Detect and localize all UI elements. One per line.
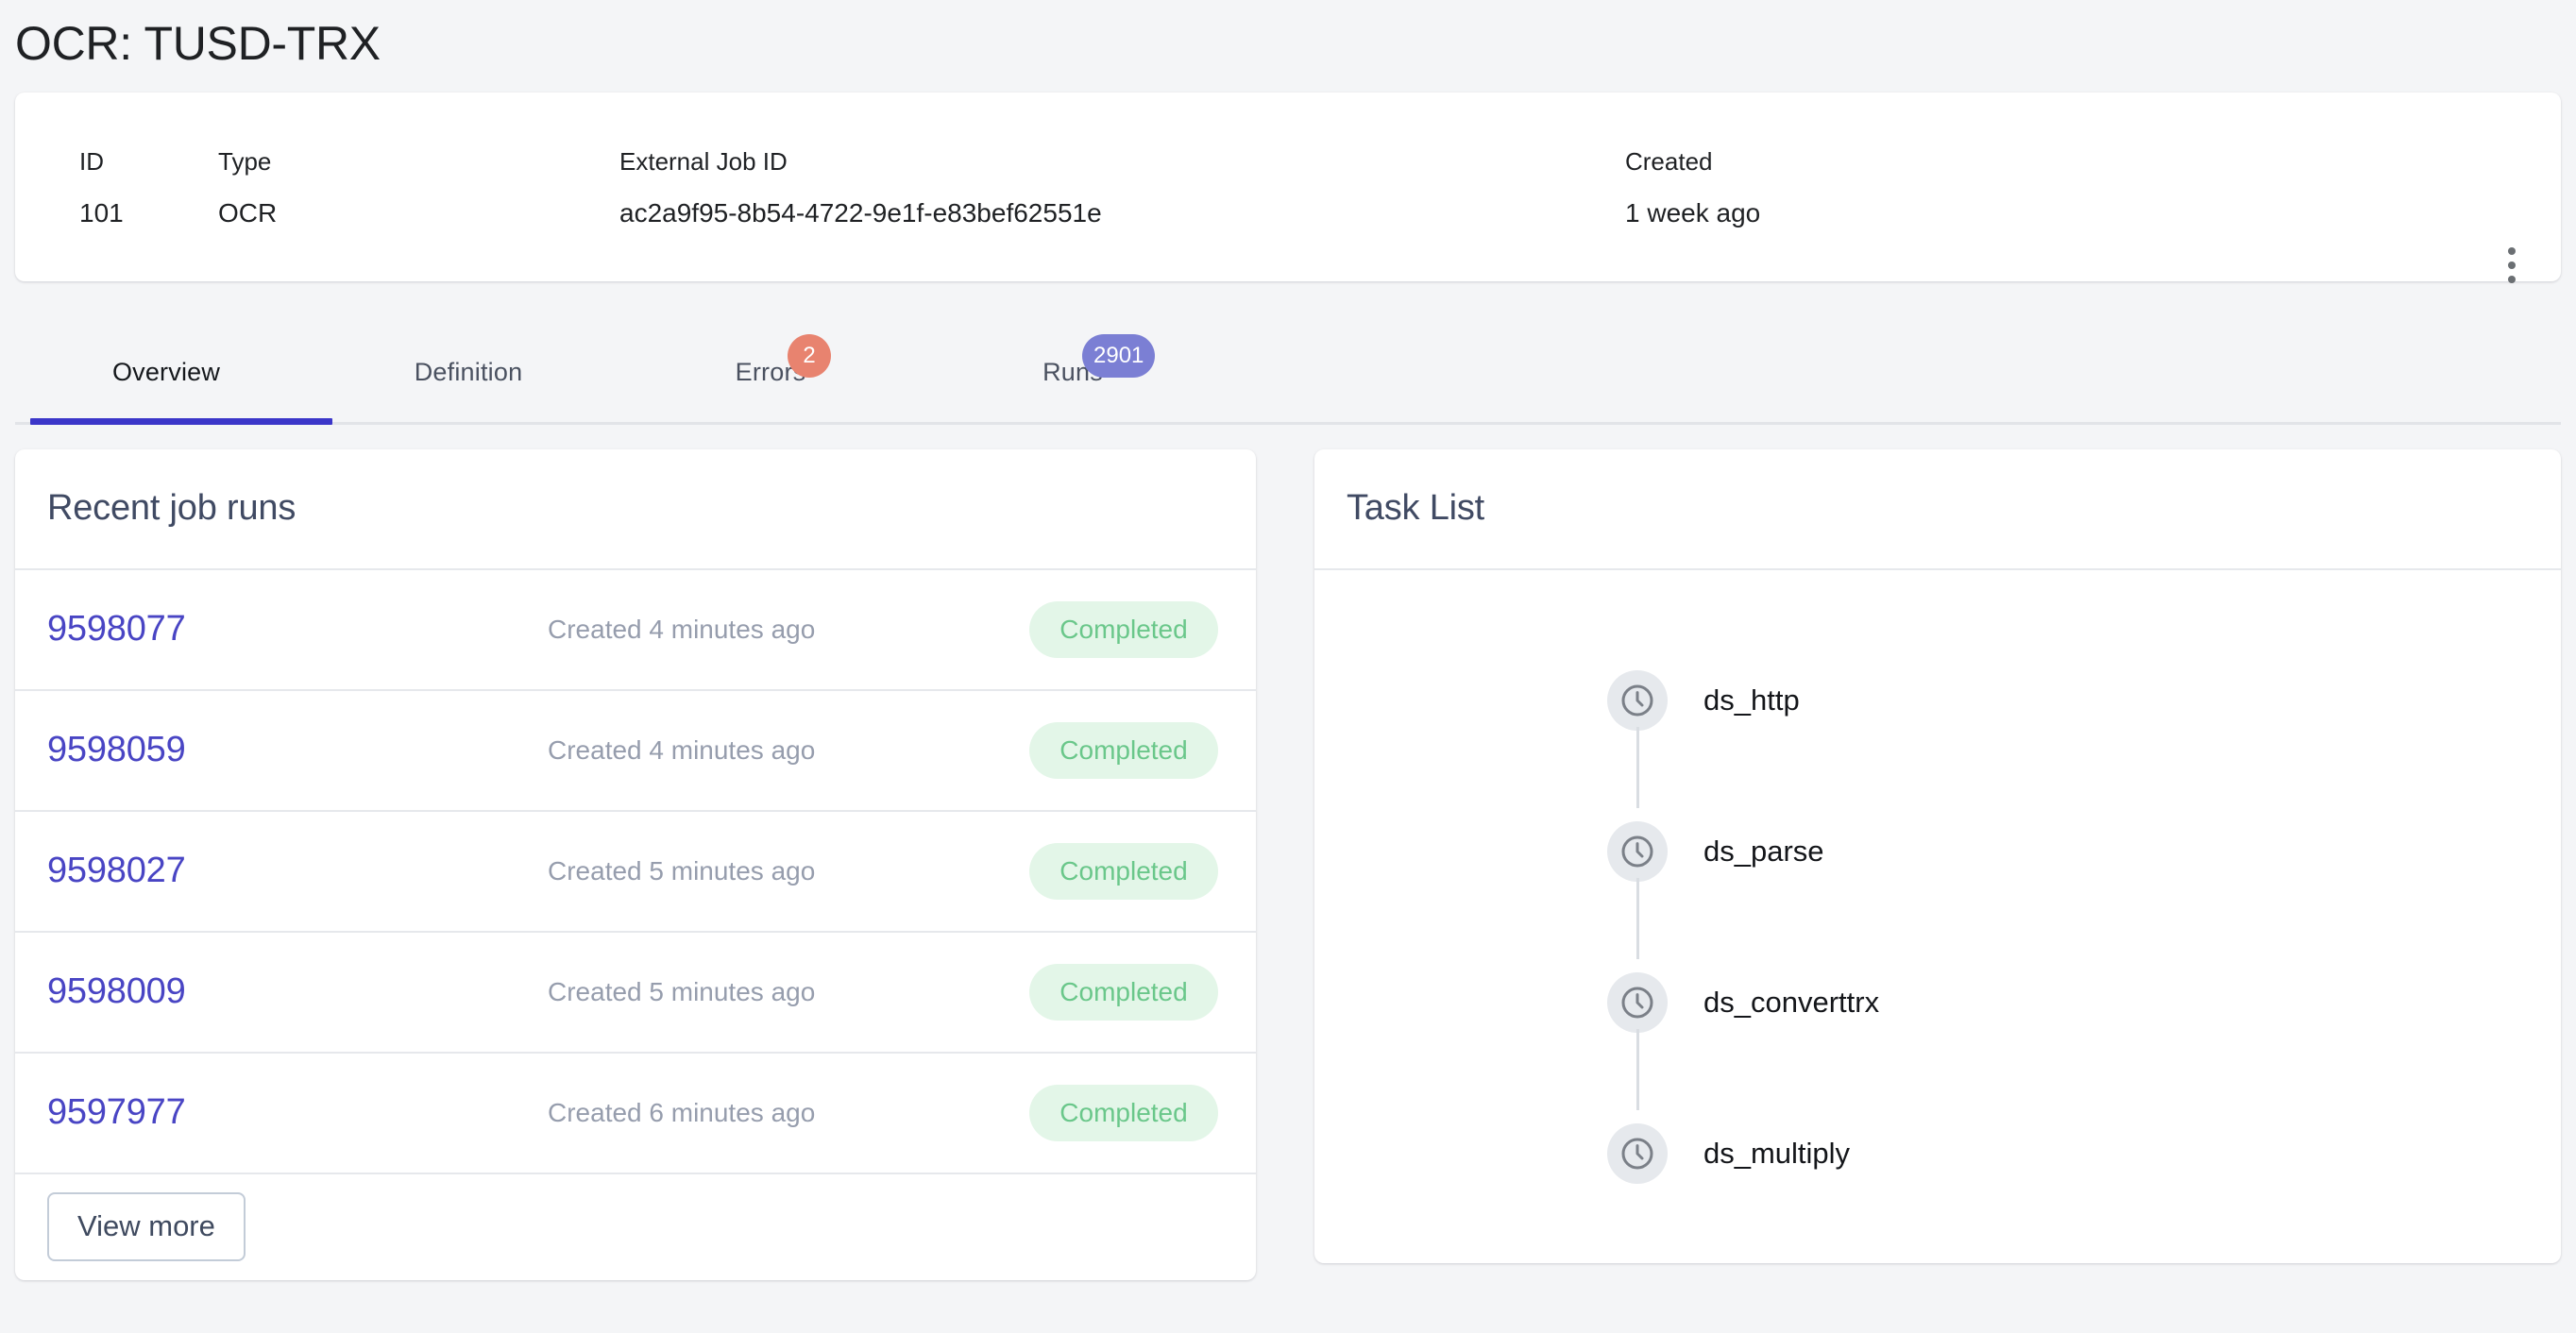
task-label: ds_multiply bbox=[1703, 1136, 1851, 1170]
summary-field-type: Type OCR bbox=[218, 147, 619, 229]
recent-job-runs-title: Recent job runs bbox=[47, 488, 297, 528]
table-row[interactable]: 9597977 Created 6 minutes ago Completed bbox=[15, 1054, 1256, 1174]
tab-errors[interactable]: Errors 2 bbox=[619, 323, 922, 423]
recent-job-runs-header: Recent job runs bbox=[15, 449, 1256, 570]
summary-label-created: Created bbox=[1625, 146, 1713, 176]
status-badge: Completed bbox=[1029, 721, 1218, 779]
status-badge: Completed bbox=[1029, 842, 1218, 900]
list-item[interactable]: ds_multiply bbox=[1607, 1110, 1850, 1197]
tab-runs-badge: 2901 bbox=[1082, 333, 1156, 378]
tab-bar: Overview Definition Errors 2 Runs 2901 bbox=[15, 323, 2561, 425]
summary-field-external-job-id: External Job ID ac2a9f95-8b54-4722-9e1f-… bbox=[619, 147, 1625, 229]
main-content: Recent job runs 9598077 Created 4 minute… bbox=[15, 448, 2561, 1280]
table-row[interactable]: 9598059 Created 4 minutes ago Completed bbox=[15, 691, 1256, 812]
clock-icon bbox=[1607, 971, 1668, 1033]
run-created-text: Created 5 minutes ago bbox=[548, 855, 816, 886]
task-list-title: Task List bbox=[1347, 488, 1485, 528]
summary-field-created: Created 1 week ago bbox=[1625, 147, 2192, 229]
tab-divider bbox=[15, 421, 2561, 425]
run-created-text: Created 6 minutes ago bbox=[548, 1097, 816, 1127]
page-root: OCR: TUSD-TRX ID 101 Type OCR External J… bbox=[0, 0, 2576, 1333]
summary-field-id: ID 101 bbox=[15, 147, 218, 229]
page-title: OCR: TUSD-TRX bbox=[15, 17, 381, 70]
summary-label-type: Type bbox=[218, 146, 272, 176]
run-status: Completed bbox=[1029, 1084, 1218, 1141]
summary-label-external-job-id: External Job ID bbox=[619, 146, 788, 176]
table-row[interactable]: 9598027 Created 5 minutes ago Completed bbox=[15, 812, 1256, 933]
job-summary-card: ID 101 Type OCR External Job ID ac2a9f95… bbox=[15, 92, 2561, 283]
summary-value-type: OCR bbox=[218, 197, 278, 228]
tab-errors-badge: 2 bbox=[788, 333, 831, 378]
tab-active-indicator bbox=[30, 417, 332, 425]
kebab-dot bbox=[2508, 246, 2516, 255]
task-list-panel: Task List ds_http ds_parse ds_converttrx… bbox=[1314, 448, 2561, 1263]
tab-runs[interactable]: Runs 2901 bbox=[922, 323, 1224, 423]
run-created-text: Created 4 minutes ago bbox=[548, 734, 816, 765]
tab-overview-label: Overview bbox=[111, 358, 221, 386]
list-item[interactable]: ds_http bbox=[1607, 657, 1800, 808]
run-status: Completed bbox=[1029, 721, 1218, 779]
tab-list: Overview Definition Errors 2 Runs 2901 bbox=[15, 323, 2561, 423]
run-id-link[interactable]: 9598059 bbox=[47, 730, 548, 770]
tab-definition[interactable]: Definition bbox=[317, 323, 619, 423]
task-list-header: Task List bbox=[1314, 449, 2561, 570]
run-status: Completed bbox=[1029, 963, 1218, 1021]
summary-value-created: 1 week ago bbox=[1625, 197, 1761, 228]
run-id-link[interactable]: 9598009 bbox=[47, 971, 548, 1012]
run-created-text: Created 4 minutes ago bbox=[548, 614, 816, 644]
list-item[interactable]: ds_parse bbox=[1607, 808, 1824, 959]
task-label: ds_parse bbox=[1703, 834, 1824, 868]
recent-job-runs-panel: Recent job runs 9598077 Created 4 minute… bbox=[15, 448, 1256, 1280]
run-id-link[interactable]: 9597977 bbox=[47, 1092, 548, 1133]
kebab-menu-icon[interactable] bbox=[2485, 239, 2538, 292]
tab-definition-label: Definition bbox=[414, 358, 523, 386]
view-more-button[interactable]: View more bbox=[47, 1192, 246, 1261]
status-badge: Completed bbox=[1029, 600, 1218, 658]
clock-icon bbox=[1607, 820, 1668, 882]
summary-value-id: 101 bbox=[79, 197, 124, 228]
task-label: ds_converttrx bbox=[1703, 985, 1880, 1019]
job-summary-fields: ID 101 Type OCR External Job ID ac2a9f95… bbox=[15, 93, 2561, 229]
run-status: Completed bbox=[1029, 600, 1218, 658]
run-status: Completed bbox=[1029, 842, 1218, 900]
status-badge: Completed bbox=[1029, 963, 1218, 1021]
run-id-link[interactable]: 9598077 bbox=[47, 609, 548, 650]
recent-job-runs-footer: View more bbox=[15, 1174, 1256, 1280]
tab-overview[interactable]: Overview bbox=[15, 323, 317, 423]
status-badge: Completed bbox=[1029, 1084, 1218, 1141]
run-created-text: Created 5 minutes ago bbox=[548, 976, 816, 1006]
run-id-link[interactable]: 9598027 bbox=[47, 851, 548, 891]
summary-label-id: ID bbox=[79, 146, 104, 176]
table-row[interactable]: 9598077 Created 4 minutes ago Completed bbox=[15, 570, 1256, 691]
task-list-items: ds_http ds_parse ds_converttrx ds_multip… bbox=[1314, 570, 2561, 1197]
clock-icon bbox=[1607, 669, 1668, 731]
task-label: ds_http bbox=[1703, 683, 1800, 717]
clock-icon bbox=[1607, 1122, 1668, 1184]
kebab-dot bbox=[2508, 275, 2516, 283]
list-item[interactable]: ds_converttrx bbox=[1607, 959, 1880, 1110]
summary-value-external-job-id: ac2a9f95-8b54-4722-9e1f-e83bef62551e bbox=[619, 197, 1102, 228]
kebab-dot bbox=[2508, 261, 2516, 269]
table-row[interactable]: 9598009 Created 5 minutes ago Completed bbox=[15, 933, 1256, 1054]
